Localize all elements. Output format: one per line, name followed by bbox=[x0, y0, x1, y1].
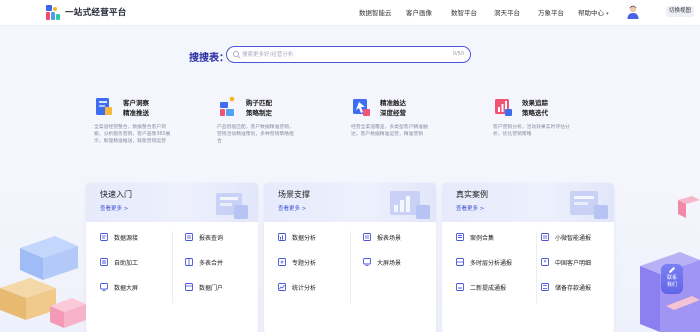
report-icon bbox=[541, 233, 549, 241]
topic-icon bbox=[278, 258, 286, 266]
item-label: 小微智能通报 bbox=[555, 235, 592, 242]
report-icon bbox=[185, 233, 193, 241]
feature-description: 经营全渠道覆盖，多类型客户精准触达，客户数据精准运营，精准营销 bbox=[351, 125, 428, 137]
process-icon bbox=[100, 258, 108, 266]
view-more-link[interactable]: 查看更多 > bbox=[456, 204, 484, 212]
card-title: 场景支撑 bbox=[278, 190, 310, 199]
document-icon bbox=[100, 233, 108, 241]
feature-description: 产品智能匹配，客户数据精准营销，营销活动精准策划，多种营销策略组合 bbox=[217, 125, 294, 144]
item-label: 多表合并 bbox=[199, 260, 224, 267]
feature-description: 全渠道经营整合，数据整合客户洞察，分析服务营销，客户画像360展示，助理精准推送… bbox=[94, 125, 171, 144]
view-more-link[interactable]: 查看更多 > bbox=[278, 204, 306, 212]
nav-item-help-center[interactable]: 帮助中心 ▾ bbox=[578, 7, 609, 17]
item-label: 数据门户 bbox=[199, 285, 224, 292]
feature-description: 客户营销分析，活动效果实时评估分析，优化营销策略 bbox=[493, 125, 570, 137]
brand-title[interactable]: 一站式经营平台 bbox=[65, 6, 127, 18]
decorative-blocks-right bbox=[640, 196, 700, 332]
card-title: 快速入门 bbox=[100, 190, 132, 199]
item-label: 报表场景 bbox=[377, 235, 402, 242]
card-decoration-illustration bbox=[390, 191, 430, 219]
card-decoration-illustration bbox=[570, 191, 608, 219]
item-label: 中国客户明细 bbox=[555, 260, 592, 267]
search-box[interactable]: 0/50 bbox=[226, 46, 471, 63]
precise-reach-icon bbox=[353, 99, 370, 116]
nav-item-digital-platform[interactable]: 数智平台 bbox=[451, 7, 477, 17]
pen-icon bbox=[669, 267, 675, 273]
screen-icon bbox=[100, 283, 108, 291]
nav-item-dongtian-platform[interactable]: 洞天平台 bbox=[494, 7, 520, 17]
screen-icon bbox=[363, 258, 371, 266]
card-header: 场景支撑 查看更多 > bbox=[264, 183, 436, 222]
nav-item-wanxiang-platform[interactable]: 万象平台 bbox=[538, 7, 564, 17]
statistics-icon bbox=[278, 283, 286, 291]
report-icon bbox=[363, 233, 371, 241]
card-header: 真实案例 查看更多 > bbox=[442, 183, 614, 222]
portal-icon bbox=[185, 283, 193, 291]
commission-icon bbox=[456, 283, 464, 291]
decorative-blocks-left bbox=[0, 236, 86, 328]
feature-subtitle: 精准推送 bbox=[123, 109, 149, 117]
merge-icon bbox=[185, 258, 193, 266]
card-quick-start: 快速入门 查看更多 > 数据源接 报表查询 自助加工 多表合并 数据大屏 数据门… bbox=[86, 183, 258, 332]
nav-item-customer-profile[interactable]: 客户画像 bbox=[406, 7, 432, 17]
search-icon bbox=[232, 50, 241, 59]
item-label: 自助加工 bbox=[114, 260, 139, 267]
column-divider bbox=[172, 231, 173, 303]
item-label: 多时层分析通报 bbox=[470, 260, 513, 267]
feature-title: 效果追踪 bbox=[522, 99, 548, 107]
item-label: 数据分析 bbox=[292, 235, 317, 242]
item-label: 数据源接 bbox=[114, 235, 139, 242]
product-match-icon bbox=[220, 96, 235, 116]
help-center-label: 帮助中心 bbox=[578, 9, 604, 17]
switch-view-button[interactable]: 切换视图 bbox=[666, 6, 695, 17]
column-divider bbox=[350, 231, 351, 303]
card-scenario-support: 场景支撑 查看更多 > 数据分析 报表场景 专题分析 大屏场景 统计分析 bbox=[264, 183, 436, 332]
layers-icon bbox=[456, 258, 464, 266]
user-avatar-icon[interactable] bbox=[627, 5, 639, 19]
item-label: 统计分析 bbox=[292, 285, 317, 292]
top-navigation-bar: 一站式经营平台 数据智能云 客户画像 数智平台 洞天平台 万象平台 帮助中心 ▾… bbox=[0, 0, 700, 26]
item-label: 报表查询 bbox=[199, 235, 224, 242]
customer-insight-icon bbox=[96, 98, 112, 115]
item-label: 数据大屏 bbox=[114, 285, 139, 292]
detail-icon bbox=[541, 258, 549, 266]
feature-title: 精准触达 bbox=[380, 99, 406, 107]
floating-contact-button[interactable]: 联系 我们 bbox=[661, 264, 683, 294]
deposit-icon bbox=[541, 283, 549, 291]
floating-button-label: 联系 我们 bbox=[666, 275, 677, 288]
item-label: 专题分析 bbox=[292, 260, 317, 267]
chevron-down-icon: ▾ bbox=[606, 11, 609, 17]
item-label: 大屏场景 bbox=[377, 260, 402, 267]
item-label: 储备存款通报 bbox=[555, 285, 592, 292]
nav-item-data-cloud[interactable]: 数据智能云 bbox=[359, 7, 392, 17]
item-label: 案例合集 bbox=[470, 235, 495, 242]
feature-subtitle: 策略制定 bbox=[246, 109, 272, 117]
card-decoration-illustration bbox=[216, 193, 248, 219]
feature-title: 购子匹配 bbox=[246, 99, 272, 107]
feature-subtitle: 策略迭代 bbox=[522, 109, 548, 117]
view-more-link[interactable]: 查看更多 > bbox=[100, 204, 128, 212]
collection-icon bbox=[456, 233, 464, 241]
card-title: 真实案例 bbox=[456, 190, 488, 199]
feature-title: 客户洞察 bbox=[123, 99, 149, 107]
effect-tracking-icon bbox=[495, 99, 512, 116]
card-real-cases: 真实案例 查看更多 > 案例合集 小微智能通报 多时层分析通报 中国客户明细 二… bbox=[442, 183, 614, 332]
chart-icon bbox=[278, 233, 286, 241]
search-char-count: 0/50 bbox=[452, 50, 464, 57]
brand-logo-icon[interactable] bbox=[46, 5, 60, 20]
search-input[interactable] bbox=[242, 49, 442, 60]
column-divider bbox=[536, 231, 537, 303]
feature-subtitle: 深度经营 bbox=[380, 109, 406, 117]
card-header: 快速入门 查看更多 > bbox=[86, 183, 258, 222]
search-label: 搜搜表： bbox=[189, 53, 229, 64]
item-label: 二新提成通报 bbox=[470, 285, 507, 292]
